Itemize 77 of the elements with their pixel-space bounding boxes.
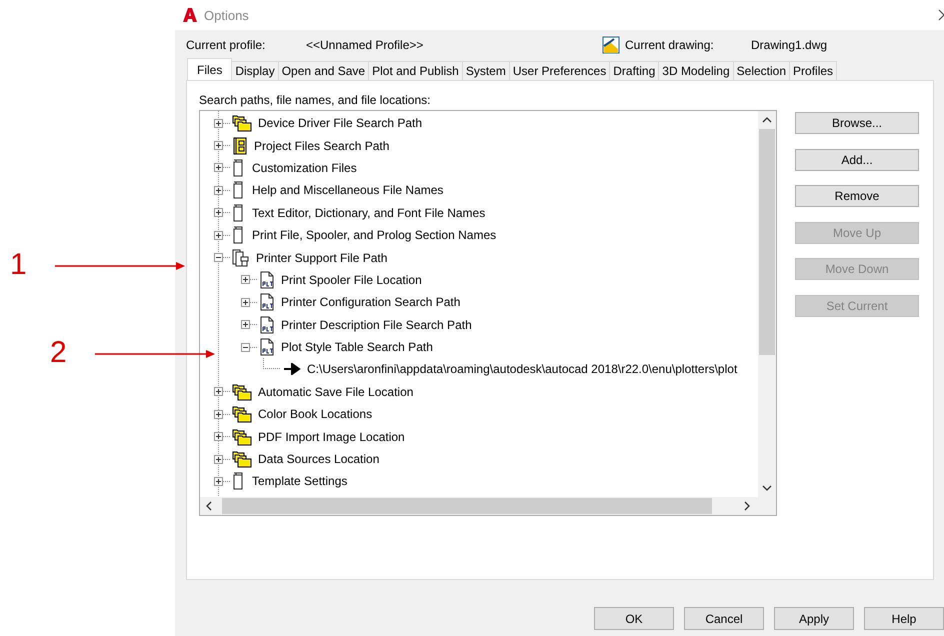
tree-item[interactable]: PDF Import Image Location — [258, 430, 405, 444]
tree-item[interactable]: Help and Miscellaneous File Names — [252, 183, 444, 198]
folders-icon — [232, 450, 252, 468]
expand-icon[interactable] — [214, 432, 223, 442]
drawing-value: Drawing1.dwg — [751, 38, 828, 52]
expand-icon[interactable] — [214, 454, 223, 464]
profile-label: Current profile: — [186, 38, 266, 52]
scroll-right-icon[interactable] — [744, 501, 750, 511]
side-button[interactable]: Add... — [795, 148, 919, 171]
expand-icon[interactable] — [214, 410, 223, 419]
arrow-icon — [283, 363, 301, 376]
book-icon — [232, 136, 248, 155]
tab[interactable]: System — [462, 61, 510, 80]
scroll-down-icon[interactable] — [762, 485, 772, 491]
expand-icon[interactable] — [214, 208, 223, 218]
expand-icon[interactable] — [241, 320, 250, 330]
side-button[interactable]: Remove — [795, 185, 919, 208]
annotation-number: 1 — [10, 248, 27, 282]
expand-icon[interactable] — [241, 298, 250, 307]
dialog-button[interactable]: Cancel — [684, 607, 764, 630]
plot-file-icon — [259, 338, 275, 356]
expand-icon[interactable] — [214, 387, 223, 396]
collapse-icon[interactable] — [241, 342, 250, 352]
vertical-scrollbar[interactable] — [758, 111, 776, 497]
path-text[interactable]: C:\Users\aronfini\appdata\roaming\autodesk\autocad 2018\r22.0\enu\plotters\plot — [307, 362, 738, 376]
folders-icon — [232, 428, 252, 446]
tab[interactable]: Drafting — [609, 61, 660, 80]
folders-icon — [232, 114, 252, 132]
scroll-left-icon[interactable] — [206, 501, 212, 511]
drawing-icon — [602, 36, 620, 54]
profile-value: <<Unnamed Profile>> — [306, 38, 424, 52]
tab[interactable]: Profiles — [789, 61, 838, 80]
tree-item[interactable]: Printer Description File Search Path — [281, 318, 472, 332]
expand-icon[interactable] — [214, 230, 223, 240]
tree-item[interactable]: Template Settings — [252, 474, 348, 488]
tree-item[interactable]: Device Driver File Search Path — [258, 116, 422, 130]
annotation-number: 2 — [50, 336, 67, 370]
scroll-up-icon[interactable] — [762, 117, 772, 123]
tree-item[interactable]: Printer Support File Path — [256, 250, 388, 265]
tree-item[interactable]: Printer Configuration Search Path — [281, 295, 460, 310]
tree-label: Search paths, file names, and file locations: — [199, 93, 432, 109]
tree-item[interactable]: Data Sources Location — [258, 452, 380, 466]
drawing-label: Current drawing: — [625, 38, 715, 52]
expand-icon[interactable] — [241, 275, 250, 284]
expand-icon[interactable] — [214, 118, 223, 128]
dialog-button[interactable]: OK — [594, 607, 674, 630]
dialog-button[interactable]: Apply — [774, 607, 854, 630]
app-logo-icon — [182, 7, 198, 23]
horizontal-scrollbar[interactable] — [200, 497, 776, 515]
tree-item[interactable]: Automatic Save File Location — [258, 384, 414, 399]
side-button[interactable]: Browse... — [795, 112, 919, 134]
tab[interactable]: Open and Save — [278, 61, 370, 80]
expand-icon[interactable] — [214, 186, 223, 195]
folders-icon — [232, 405, 252, 424]
expand-icon[interactable] — [214, 476, 223, 486]
scroll-thumb[interactable] — [222, 498, 712, 514]
tree-item[interactable]: Customization Files — [252, 160, 357, 175]
expand-icon[interactable] — [214, 141, 223, 150]
tree-item[interactable]: Print Spooler File Location — [281, 272, 422, 287]
tab[interactable]: Display — [231, 61, 279, 80]
tree-item[interactable]: Color Book Locations — [258, 407, 372, 422]
plot-file-icon — [259, 270, 275, 289]
tree-item[interactable]: Text Editor, Dictionary, and Font File Names — [252, 206, 486, 220]
tab[interactable]: Files — [187, 58, 232, 80]
plot-file-icon — [259, 293, 275, 312]
folders-icon — [232, 382, 252, 401]
dialog-button[interactable]: Help — [864, 607, 944, 630]
scroll-thumb[interactable] — [759, 129, 775, 355]
expand-icon[interactable] — [214, 163, 223, 172]
tab[interactable]: 3D Modeling — [658, 61, 734, 80]
tree-item[interactable]: Project Files Search Path — [254, 138, 390, 153]
tree-item[interactable]: Plot Style Table Search Path — [281, 340, 433, 354]
printer-pages-icon — [232, 248, 250, 267]
plot-file-icon — [259, 316, 275, 334]
window-title: Options — [204, 8, 250, 22]
collapse-icon[interactable] — [214, 253, 223, 262]
tree-item[interactable]: Print File, Spooler, and Prolog Section Names — [252, 228, 496, 242]
